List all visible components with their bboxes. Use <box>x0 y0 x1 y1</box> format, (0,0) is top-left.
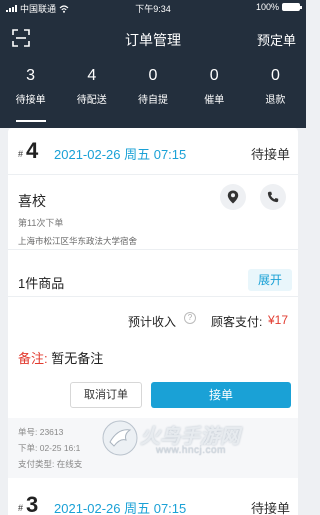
tab-reminders[interactable]: 0 催单 <box>184 66 245 106</box>
location-button[interactable] <box>220 184 246 210</box>
status-bar: 中国联通 下午9:34 100% <box>0 0 306 14</box>
income-row: 预计收入 ? 顾客支付: ¥17 <box>8 306 298 332</box>
cancel-order-button[interactable]: 取消订单 <box>70 382 142 408</box>
customer-order-count: 第11次下单 <box>18 218 64 228</box>
items-row: 1件商品 展开 <box>8 265 298 297</box>
order-time: 下单: 02-25 16:1 <box>18 443 81 453</box>
tab-label: 待配送 <box>76 95 107 106</box>
active-tab-indicator <box>16 120 46 122</box>
customer-section: 喜校 第11次下单 上海市松江区华东政法大学宿舍 <box>8 175 298 250</box>
bird-logo-icon <box>102 420 138 456</box>
battery-icon <box>282 3 302 11</box>
customer-name: 喜校 <box>18 193 46 209</box>
remark-label: 备注: <box>18 351 48 366</box>
customer-address: 上海市松江区华东政法大学宿舍 <box>18 236 138 246</box>
order-number: 3 <box>26 492 39 515</box>
battery-percent: 100% <box>255 2 279 12</box>
tab-count: 3 <box>26 67 36 84</box>
tab-count: 4 <box>87 67 97 84</box>
order-datetime: 2021-02-26 周五 07:15 <box>54 147 187 162</box>
tab-label: 待自提 <box>138 95 168 106</box>
header: 中国联通 下午9:34 100% 订单管理 预定单 3 待接单 4 待配送 0 … <box>0 0 306 128</box>
order-number: 4 <box>26 138 39 163</box>
remark-row: 备注: 暂无备注 <box>18 348 103 367</box>
order-card: # 3 2021-02-26 周五 07:15 待接单 <box>8 488 298 515</box>
tab-label: 退款 <box>265 95 286 106</box>
tab-pending-pickup[interactable]: 0 待自提 <box>122 66 183 106</box>
order-datetime: 2021-02-26 周五 07:15 <box>54 501 187 515</box>
order-status-tabs: 3 待接单 4 待配送 0 待自提 0 催单 0 退款 <box>0 66 306 106</box>
order-status: 待接单 <box>250 147 290 162</box>
help-icon[interactable]: ? <box>184 312 196 324</box>
tab-count: 0 <box>148 67 158 84</box>
order-id: 单号: 23613 <box>18 427 64 437</box>
watermark-url: www.hncj.com <box>156 445 226 456</box>
phone-icon <box>267 191 279 203</box>
tab-pending-accept[interactable]: 3 待接单 <box>0 66 61 106</box>
remark-text: 暂无备注 <box>51 351 104 366</box>
customer-paid-amount: ¥17 <box>268 313 289 327</box>
watermark: 火鸟手游网 www.hncj.com <box>100 418 300 462</box>
expand-button[interactable]: 展开 <box>248 269 292 291</box>
tab-count: 0 <box>270 67 280 84</box>
call-button[interactable] <box>260 184 286 210</box>
preorder-button[interactable]: 预定单 <box>257 30 296 49</box>
order-hash: # <box>18 149 24 159</box>
order-hash: # <box>18 503 24 513</box>
order-header: # 4 2021-02-26 周五 07:15 待接单 <box>8 128 298 175</box>
tab-pending-delivery[interactable]: 4 待配送 <box>61 66 122 106</box>
order-header: # 3 2021-02-26 周五 07:15 待接单 <box>8 488 298 515</box>
order-status: 待接单 <box>250 501 290 515</box>
estimated-income-label: 预计收入 <box>128 315 177 329</box>
tab-refunds[interactable]: 0 退款 <box>245 66 306 106</box>
location-pin-icon <box>227 190 239 204</box>
tab-label: 待接单 <box>15 95 46 106</box>
tab-label: 催单 <box>204 95 225 106</box>
payment-type: 支付类型: 在线支 <box>18 459 83 469</box>
customer-paid-label: 顾客支付: <box>211 315 263 329</box>
items-count: 1件商品 <box>18 276 65 291</box>
accept-order-button[interactable]: 接单 <box>151 382 291 408</box>
tab-count: 0 <box>209 67 219 84</box>
